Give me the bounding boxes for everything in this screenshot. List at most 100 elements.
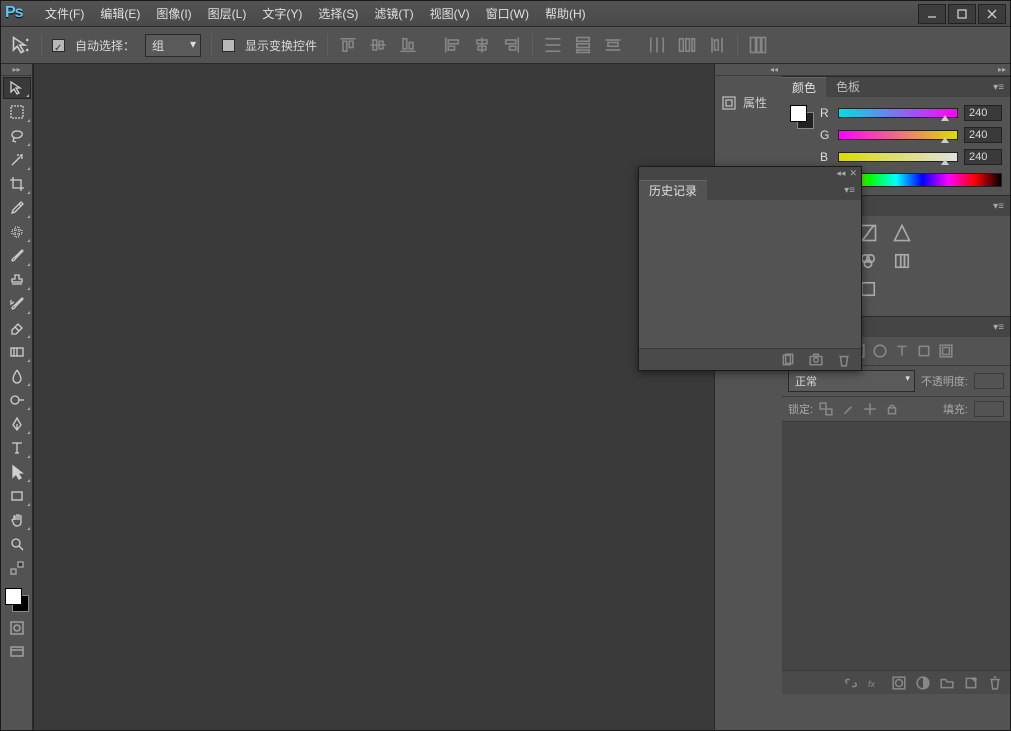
pen-tool[interactable] [3,413,31,435]
menu-filter[interactable]: 滤镜(T) [366,1,421,27]
auto-select-checkbox[interactable] [52,39,65,52]
healing-tool[interactable] [3,221,31,243]
align-right-icon[interactable] [502,35,522,55]
quickmask-icon[interactable] [9,620,25,636]
dist-top-icon[interactable] [543,35,563,55]
active-tool-icon[interactable] [11,35,31,55]
dist-hcenter-icon[interactable] [677,35,697,55]
foreground-swatch[interactable] [5,588,22,605]
menu-window[interactable]: 窗口(W) [478,1,537,27]
minimize-button[interactable] [918,4,946,24]
move-tool[interactable] [3,77,31,99]
delete-layer-icon[interactable] [988,676,1002,690]
adjustments-panel-menu[interactable]: ▾≡ [987,201,1010,212]
color-panel-swatches[interactable] [790,105,814,129]
adj-exposure-icon[interactable] [892,224,912,242]
arrange-icon[interactable] [748,35,768,55]
history-list[interactable] [639,200,861,348]
history-close-icon[interactable]: ✕ [849,168,857,179]
align-top-icon[interactable] [338,35,358,55]
opacity-input[interactable] [974,373,1004,389]
fx-icon[interactable]: fx [868,676,882,690]
zoom-tool[interactable] [3,533,31,555]
menu-image[interactable]: 图像(I) [148,1,199,27]
align-hcenter-icon[interactable] [472,35,492,55]
layers-list[interactable] [782,422,1010,670]
align-bottom-icon[interactable] [398,35,418,55]
stamp-tool[interactable] [3,269,31,291]
blur-tool[interactable] [3,365,31,387]
filter-type-icon[interactable] [895,344,909,358]
new-adjustment-icon[interactable] [916,676,930,690]
filter-shape-icon[interactable] [917,344,931,358]
tab-history[interactable]: 历史记录 [639,180,707,200]
g-slider[interactable] [838,130,958,140]
history-panel-menu[interactable]: ▾≡ [838,185,861,196]
close-button[interactable] [978,4,1006,24]
rightcol-collapse[interactable]: ▸▸ [782,64,1010,76]
dist-vcenter-icon[interactable] [573,35,593,55]
gradient-tool[interactable] [3,341,31,363]
history-collapse-icon[interactable]: ◂◂ [836,168,845,179]
lock-all-icon[interactable] [885,402,899,416]
dist-bottom-icon[interactable] [603,35,623,55]
filter-smart-icon[interactable] [939,344,953,358]
b-slider[interactable] [838,152,958,162]
menu-help[interactable]: 帮助(H) [537,1,594,27]
lock-pixels-icon[interactable] [841,402,855,416]
eraser-tool[interactable] [3,317,31,339]
tab-color[interactable]: 颜色 [782,77,826,97]
eyedropper-tool[interactable] [3,197,31,219]
lasso-tool[interactable] [3,125,31,147]
blend-mode-dropdown[interactable]: 正常 [788,370,915,392]
g-input[interactable] [964,127,1002,143]
canvas-area[interactable] [33,64,714,730]
propcol-collapse[interactable]: ◂◂ [715,64,782,76]
new-group-icon[interactable] [940,676,954,690]
fill-input[interactable] [974,401,1004,417]
r-slider[interactable] [838,108,958,118]
history-brush-tool[interactable] [3,293,31,315]
menu-edit[interactable]: 编辑(E) [92,1,148,27]
b-input[interactable] [964,149,1002,165]
auto-select-dropdown[interactable]: 组 [145,34,201,57]
color-swatches[interactable] [5,588,29,612]
r-input[interactable] [964,105,1002,121]
crop-tool[interactable] [3,173,31,195]
lock-transparent-icon[interactable] [819,402,833,416]
history-delete-icon[interactable] [837,353,851,367]
menu-layer[interactable]: 图层(L) [200,1,255,27]
dist-right-icon[interactable] [707,35,727,55]
layers-panel-menu[interactable]: ▾≡ [987,322,1010,333]
wand-tool[interactable] [3,149,31,171]
menu-select[interactable]: 选择(S) [310,1,366,27]
hand-tool[interactable] [3,509,31,531]
adj-bw-icon[interactable] [892,252,912,270]
history-snapshot-icon[interactable] [809,353,823,367]
color-panel-menu[interactable]: ▾≡ [987,82,1010,93]
menu-type[interactable]: 文字(Y) [254,1,310,27]
show-transform-checkbox[interactable] [222,39,235,52]
swap-colors-icon[interactable] [9,560,25,576]
brush-tool[interactable] [3,245,31,267]
align-vcenter-icon[interactable] [368,35,388,55]
history-panel[interactable]: ◂◂ ✕ 历史记录 ▾≡ [638,166,862,371]
link-layers-icon[interactable] [844,676,858,690]
properties-tab[interactable]: 属性 [715,88,782,117]
new-layer-icon[interactable] [964,676,978,690]
toolbox-collapse[interactable]: ▸▸ [1,64,32,76]
dodge-tool[interactable] [3,389,31,411]
menu-view[interactable]: 视图(V) [422,1,478,27]
menu-file[interactable]: 文件(F) [37,1,92,27]
align-left-icon[interactable] [442,35,462,55]
filter-adjust-icon[interactable] [873,344,887,358]
dist-left-icon[interactable] [647,35,667,55]
lock-position-icon[interactable] [863,402,877,416]
shape-tool[interactable] [3,485,31,507]
marquee-tool[interactable] [3,101,31,123]
history-newdoc-icon[interactable] [781,353,795,367]
maximize-button[interactable] [948,4,976,24]
screenmode-icon[interactable] [9,644,25,660]
tab-swatches[interactable]: 色板 [826,77,870,97]
type-tool[interactable] [3,437,31,459]
